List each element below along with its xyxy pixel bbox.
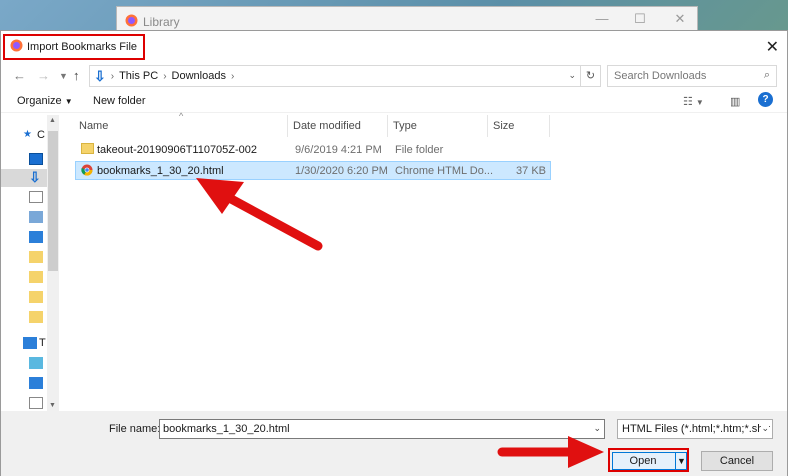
dialog-footer: File name: bookmarks_1_30_20.html ⌄ HTML… xyxy=(1,411,787,476)
nav-label-this-pc[interactable]: T xyxy=(39,337,46,349)
organize-label: Organize xyxy=(17,95,62,107)
recent-chevron-icon[interactable]: ▼ xyxy=(59,71,68,81)
dialog-title: Import Bookmarks File xyxy=(27,41,138,53)
folder-icon[interactable] xyxy=(29,251,43,263)
row-type: File folder xyxy=(395,144,444,156)
nav-selected-row[interactable]: ⇩ xyxy=(1,169,47,187)
col-size[interactable]: Size xyxy=(493,120,514,132)
preview-pane-icon[interactable]: ▥ xyxy=(730,95,740,108)
document-icon[interactable] xyxy=(29,397,43,409)
help-icon[interactable]: ? xyxy=(758,92,773,107)
row-date: 9/6/2019 4:21 PM xyxy=(295,144,382,156)
col-type[interactable]: Type xyxy=(393,120,417,132)
download-icon: ⇩ xyxy=(29,169,41,185)
address-row: ← → ▼ ↑ ⇩ › This PC › Downloads › ⌄ ↻ Se… xyxy=(1,63,787,89)
open-button[interactable]: Open ▼ xyxy=(612,452,687,470)
open-label: Open xyxy=(629,455,657,467)
col-date[interactable]: Date modified xyxy=(293,120,361,132)
folder-icon xyxy=(81,143,94,154)
minimize-icon[interactable]: — xyxy=(587,11,617,26)
chrome-icon xyxy=(81,164,93,179)
row-size: 37 KB xyxy=(516,165,546,177)
file-name-input[interactable]: bookmarks_1_30_20.html ⌄ xyxy=(159,419,605,439)
file-type-select[interactable]: HTML Files (*.html;*.htm;*.shtr ⌄ xyxy=(617,419,773,439)
col-name[interactable]: Name xyxy=(79,120,108,132)
search-placeholder: Search Downloads xyxy=(614,70,707,82)
import-dialog: Import Bookmarks File ✕ ← → ▼ ↑ ⇩ › This… xyxy=(0,30,788,476)
nav-scrollbar[interactable]: ▲ ▼ xyxy=(47,115,59,411)
breadcrumb-downloads[interactable]: Downloads xyxy=(172,70,226,82)
download-icon: ⇩ xyxy=(94,67,106,84)
column-divider xyxy=(287,115,288,137)
maximize-icon[interactable]: ☐ xyxy=(625,11,655,27)
row-name: bookmarks_1_30_20.html xyxy=(97,165,224,177)
search-icon: ⌕ xyxy=(763,69,770,81)
search-input[interactable]: Search Downloads ⌕ xyxy=(607,65,777,87)
cube-icon[interactable] xyxy=(29,357,43,369)
file-name-label: File name: xyxy=(109,423,161,435)
monitor-icon[interactable] xyxy=(29,231,43,243)
firefox-icon xyxy=(125,14,138,30)
star-icon: ★ xyxy=(23,129,32,140)
chevron-down-icon[interactable]: ⌄ xyxy=(761,423,769,434)
file-name-value: bookmarks_1_30_20.html xyxy=(163,423,290,435)
address-dropdown-icon[interactable]: ⌄ xyxy=(568,70,576,81)
column-header: ^ Name Date modified Type Size xyxy=(73,111,779,137)
pictures-icon[interactable] xyxy=(29,211,43,223)
file-list: ^ Name Date modified Type Size takeout-2… xyxy=(73,111,779,411)
firefox-icon xyxy=(10,39,23,55)
scroll-down-icon[interactable]: ▼ xyxy=(49,402,56,409)
row-date: 1/30/2020 6:20 PM xyxy=(295,165,388,177)
sort-chevron-icon: ^ xyxy=(179,111,184,121)
scroll-up-icon[interactable]: ▲ xyxy=(49,117,56,124)
nav-label-quick[interactable]: C xyxy=(37,129,45,141)
nav-scrollbar-thumb[interactable] xyxy=(48,131,58,271)
navigation-pane: ★ C ⇩ T ▲ ▼ xyxy=(1,115,61,411)
breadcrumb-chevron-icon: › xyxy=(163,70,167,82)
row-name: takeout-20190906T110705Z-002 xyxy=(97,144,258,156)
close-icon[interactable]: ✕ xyxy=(665,11,695,27)
folder-icon[interactable] xyxy=(29,311,43,323)
chevron-down-icon[interactable]: ⌄ xyxy=(593,423,601,434)
open-dropdown-icon[interactable]: ▼ xyxy=(675,452,687,470)
desktop-icon[interactable] xyxy=(29,153,43,165)
dialog-toolbar: Organize ▼ New folder ☷ ▼ ▥ ? xyxy=(1,89,787,113)
new-folder-button[interactable]: New folder xyxy=(93,95,146,107)
breadcrumb-chevron-icon: › xyxy=(110,70,115,82)
breadcrumb-this-pc[interactable]: This PC xyxy=(119,70,158,82)
column-divider xyxy=(549,115,550,137)
view-options-icon[interactable]: ☷ ▼ xyxy=(683,95,704,108)
cancel-button[interactable]: Cancel xyxy=(701,451,773,471)
back-arrow-icon[interactable]: ← xyxy=(13,68,26,83)
table-row[interactable]: takeout-20190906T110705Z-002 9/6/2019 4:… xyxy=(75,141,551,160)
row-type: Chrome HTML Do... xyxy=(395,165,494,177)
folder-icon[interactable] xyxy=(29,291,43,303)
dialog-title-highlight: Import Bookmarks File xyxy=(3,34,146,60)
dialog-titlebar: Import Bookmarks File ✕ xyxy=(1,31,787,63)
forward-arrow-icon[interactable]: → xyxy=(37,68,50,83)
column-divider xyxy=(487,115,488,137)
breadcrumb-chevron-icon: › xyxy=(230,70,235,82)
document-icon[interactable] xyxy=(29,191,43,203)
monitor-icon[interactable] xyxy=(29,377,43,389)
refresh-icon[interactable]: ↻ xyxy=(581,65,601,87)
folder-icon[interactable] xyxy=(29,271,43,283)
close-icon[interactable]: ✕ xyxy=(766,37,779,57)
organize-button[interactable]: Organize ▼ xyxy=(17,95,73,107)
file-type-value: HTML Files (*.html;*.htm;*.shtr xyxy=(622,423,771,435)
library-title: Library xyxy=(143,15,180,29)
column-divider xyxy=(387,115,388,137)
open-button-highlight: Open ▼ xyxy=(608,448,689,472)
up-arrow-icon[interactable]: ↑ xyxy=(73,68,80,83)
table-row[interactable]: bookmarks_1_30_20.html 1/30/2020 6:20 PM… xyxy=(75,161,551,180)
this-pc-icon[interactable] xyxy=(23,337,37,349)
address-bar[interactable]: ⇩ › This PC › Downloads › ⌄ xyxy=(89,65,581,87)
